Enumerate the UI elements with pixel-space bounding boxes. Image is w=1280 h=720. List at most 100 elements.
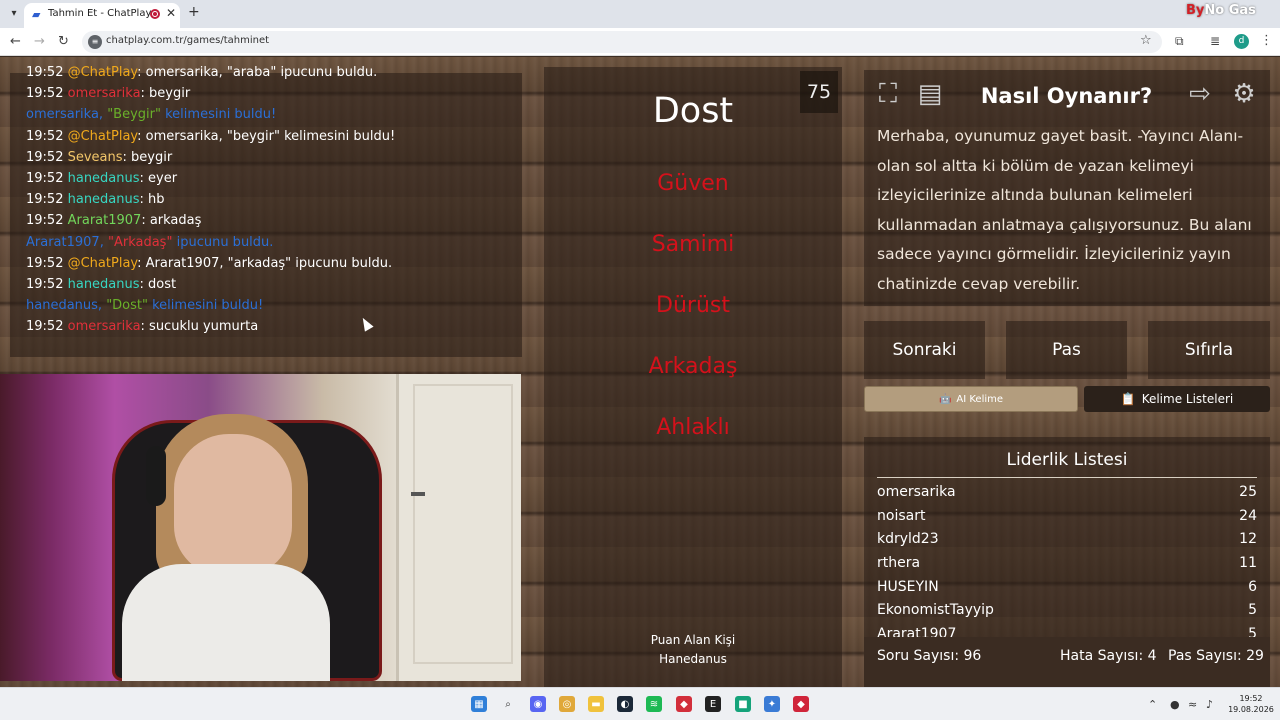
chat-text: : beygir: [140, 86, 191, 102]
game-stats-bar: Soru Sayısı: 96 Hata Sayısı: 4 Pas Sayıs…: [864, 637, 1270, 687]
app-red-2-icon[interactable]: ◆: [793, 696, 809, 712]
door-handle: [411, 492, 425, 496]
leaderboard-row: rthera 11: [877, 555, 1257, 571]
chat-text: ipucunu buldu.: [172, 234, 274, 250]
media-icon[interactable]: ≣: [1210, 34, 1220, 48]
app-red-icon[interactable]: ◆: [676, 696, 692, 712]
ai-word-button[interactable]: 🤖 AI Kelime: [864, 386, 1078, 412]
spotify-icon[interactable]: ≋: [646, 696, 662, 712]
chat-username[interactable]: hanedanus: [68, 171, 140, 186]
chat-text: kelimesini buldu!: [160, 107, 277, 123]
chat-system-message: omersarika, "Beygir" kelimesini buldu!: [26, 107, 276, 122]
volume-icon[interactable]: ♪: [1206, 698, 1213, 711]
word-lists-button[interactable]: 📋 Kelime Listeleri: [1084, 386, 1270, 412]
start-icon[interactable]: ▦: [471, 696, 487, 712]
close-tab-icon[interactable]: ✕: [166, 6, 176, 20]
chat-message: 19:52 Ararat1907: arkadaş: [26, 213, 201, 228]
chat-text: : beygir: [122, 149, 173, 165]
fullscreen-icon[interactable]: ⛶: [868, 74, 908, 114]
next-button[interactable]: Sonraki: [864, 321, 985, 379]
recording-icon: [150, 9, 160, 19]
chat-username[interactable]: @ChatPlay: [68, 129, 138, 144]
tray-expand-icon[interactable]: ⌃: [1148, 698, 1157, 711]
headset: [146, 446, 166, 506]
site-info-icon[interactable]: ≡: [88, 35, 102, 49]
chat-message: 19:52 @ChatPlay: Ararat1907, "arkadaş" i…: [26, 256, 392, 271]
leaderboard-row: HUSEYIN 6: [877, 579, 1257, 595]
back-icon[interactable]: ←: [10, 34, 21, 49]
chat-text: : omersarika, "araba" ipucunu buldu.: [137, 65, 378, 80]
file-explorer-icon[interactable]: ▬: [588, 696, 604, 712]
chat-time: 19:52: [26, 192, 64, 208]
leaderboard-title: Liderlik Listesi: [1006, 450, 1128, 470]
how-to-play-text: Merhaba, oyunumuz gayet basit. -Yayıncı …: [877, 127, 1252, 293]
leaderboard-panel: Liderlik Listesi omersarika 25 noisart 24 …: [864, 437, 1270, 687]
chat-username[interactable]: hanedanus: [68, 277, 140, 292]
chat-time: 19:52: [26, 65, 64, 80]
epic-games-icon[interactable]: E: [705, 696, 721, 712]
chat-time: 19:52: [26, 319, 64, 335]
app-blue-icon[interactable]: ✦: [764, 696, 780, 712]
chat-message: 19:52 Seveans: beygir: [26, 150, 172, 165]
forbidden-word: Güven: [657, 171, 729, 196]
tab-title: Tahmin Et - ChatPlay: [48, 8, 152, 19]
chat-message: 19:52 hanedanus: eyer: [26, 171, 177, 186]
word-lists-label: Kelime Listeleri: [1141, 392, 1234, 406]
leaderboard-row: noisart 24: [877, 508, 1257, 524]
chat-message: 19:52 @ChatPlay: omersarika, "beygir" ke…: [26, 129, 395, 144]
chat-message: 19:52 hanedanus: dost: [26, 277, 176, 292]
chrome-icon[interactable]: ◎: [559, 696, 575, 712]
forbidden-word: Samimi: [651, 232, 735, 257]
pass-button[interactable]: Pas: [1006, 321, 1127, 379]
questions-count: Soru Sayısı: 96: [877, 648, 982, 664]
search-icon[interactable]: ⌕: [500, 696, 516, 712]
chat-username[interactable]: @ChatPlay: [68, 256, 138, 271]
notes-icon[interactable]: ▤: [910, 74, 950, 114]
scorer-name: Hanedanus: [659, 652, 727, 666]
chat-text: : hb: [139, 192, 165, 208]
steam-icon[interactable]: ◐: [617, 696, 633, 712]
door: [396, 374, 521, 681]
tab-search-icon[interactable]: ▾: [6, 6, 22, 22]
chat-time: 19:52: [26, 128, 64, 144]
channel-logo: ByNo Gas: [1186, 3, 1256, 18]
new-tab-icon[interactable]: +: [188, 4, 200, 20]
windows-taskbar: ▦ ⌕ ◉ ◎ ▬ ◐ ≋ ◆ E ■ ✦ ◆ ⌃ ● ≈ ♪ 19:52 19…: [0, 687, 1280, 720]
wifi-icon[interactable]: ≈: [1188, 698, 1197, 711]
menu-icon[interactable]: ⋮: [1260, 33, 1273, 48]
chat-username[interactable]: omersarika: [68, 86, 141, 101]
chat-username[interactable]: Ararat1907,: [26, 235, 104, 250]
chat-username[interactable]: Ararat1907: [68, 213, 142, 228]
passes-count: Pas Sayısı: 29: [1168, 648, 1264, 664]
browser-tab[interactable]: ▰ Tahmin Et - ChatPlay ✕: [24, 3, 180, 28]
chat-username[interactable]: Seveans: [68, 150, 123, 165]
word-card: 75 Dost Güven Samimi Dürüst Arkadaş Ahla…: [544, 67, 842, 687]
system-clock[interactable]: 19:52 19.08.2026: [1226, 693, 1276, 715]
forward-icon[interactable]: →: [34, 34, 45, 49]
chat-username[interactable]: omersarika,: [26, 107, 103, 122]
address-bar[interactable]: ≡ chatplay.com.tr/games/tahminet: [82, 31, 1162, 53]
chat-message: 19:52 @ChatPlay: omersarika, "araba" ipu…: [26, 65, 377, 80]
settings-gear-icon[interactable]: ⚙: [1224, 74, 1264, 114]
reset-button[interactable]: Sıfırla: [1148, 321, 1270, 379]
discord-icon[interactable]: ◉: [530, 696, 546, 712]
errors-count: Hata Sayısı: 4: [1060, 648, 1157, 664]
bookmark-star-icon[interactable]: ☆: [1140, 33, 1152, 48]
chat-text: kelimesini buldu!: [147, 298, 264, 314]
chat-username[interactable]: @ChatPlay: [68, 65, 138, 80]
profile-avatar[interactable]: d: [1234, 34, 1249, 49]
streamer-shirt: [122, 564, 330, 681]
chat-message: 19:52 hanedanus: hb: [26, 192, 165, 207]
chat-system-message: Ararat1907, "Arkadaş" ipucunu buldu.: [26, 235, 273, 250]
reload-icon[interactable]: ↻: [58, 34, 69, 49]
extensions-icon[interactable]: ⧉: [1175, 34, 1184, 49]
mic-icon[interactable]: ●: [1170, 698, 1180, 711]
chat-username[interactable]: omersarika: [68, 319, 141, 334]
chat-username[interactable]: hanedanus: [68, 192, 140, 207]
exit-icon[interactable]: ⇨: [1180, 74, 1220, 114]
forbidden-word: Arkadaş: [648, 354, 738, 379]
chat-text: : dost: [139, 277, 177, 292]
chat-username[interactable]: hanedanus,: [26, 298, 102, 313]
main-word: Dost: [652, 91, 734, 131]
app-green-icon[interactable]: ■: [735, 696, 751, 712]
